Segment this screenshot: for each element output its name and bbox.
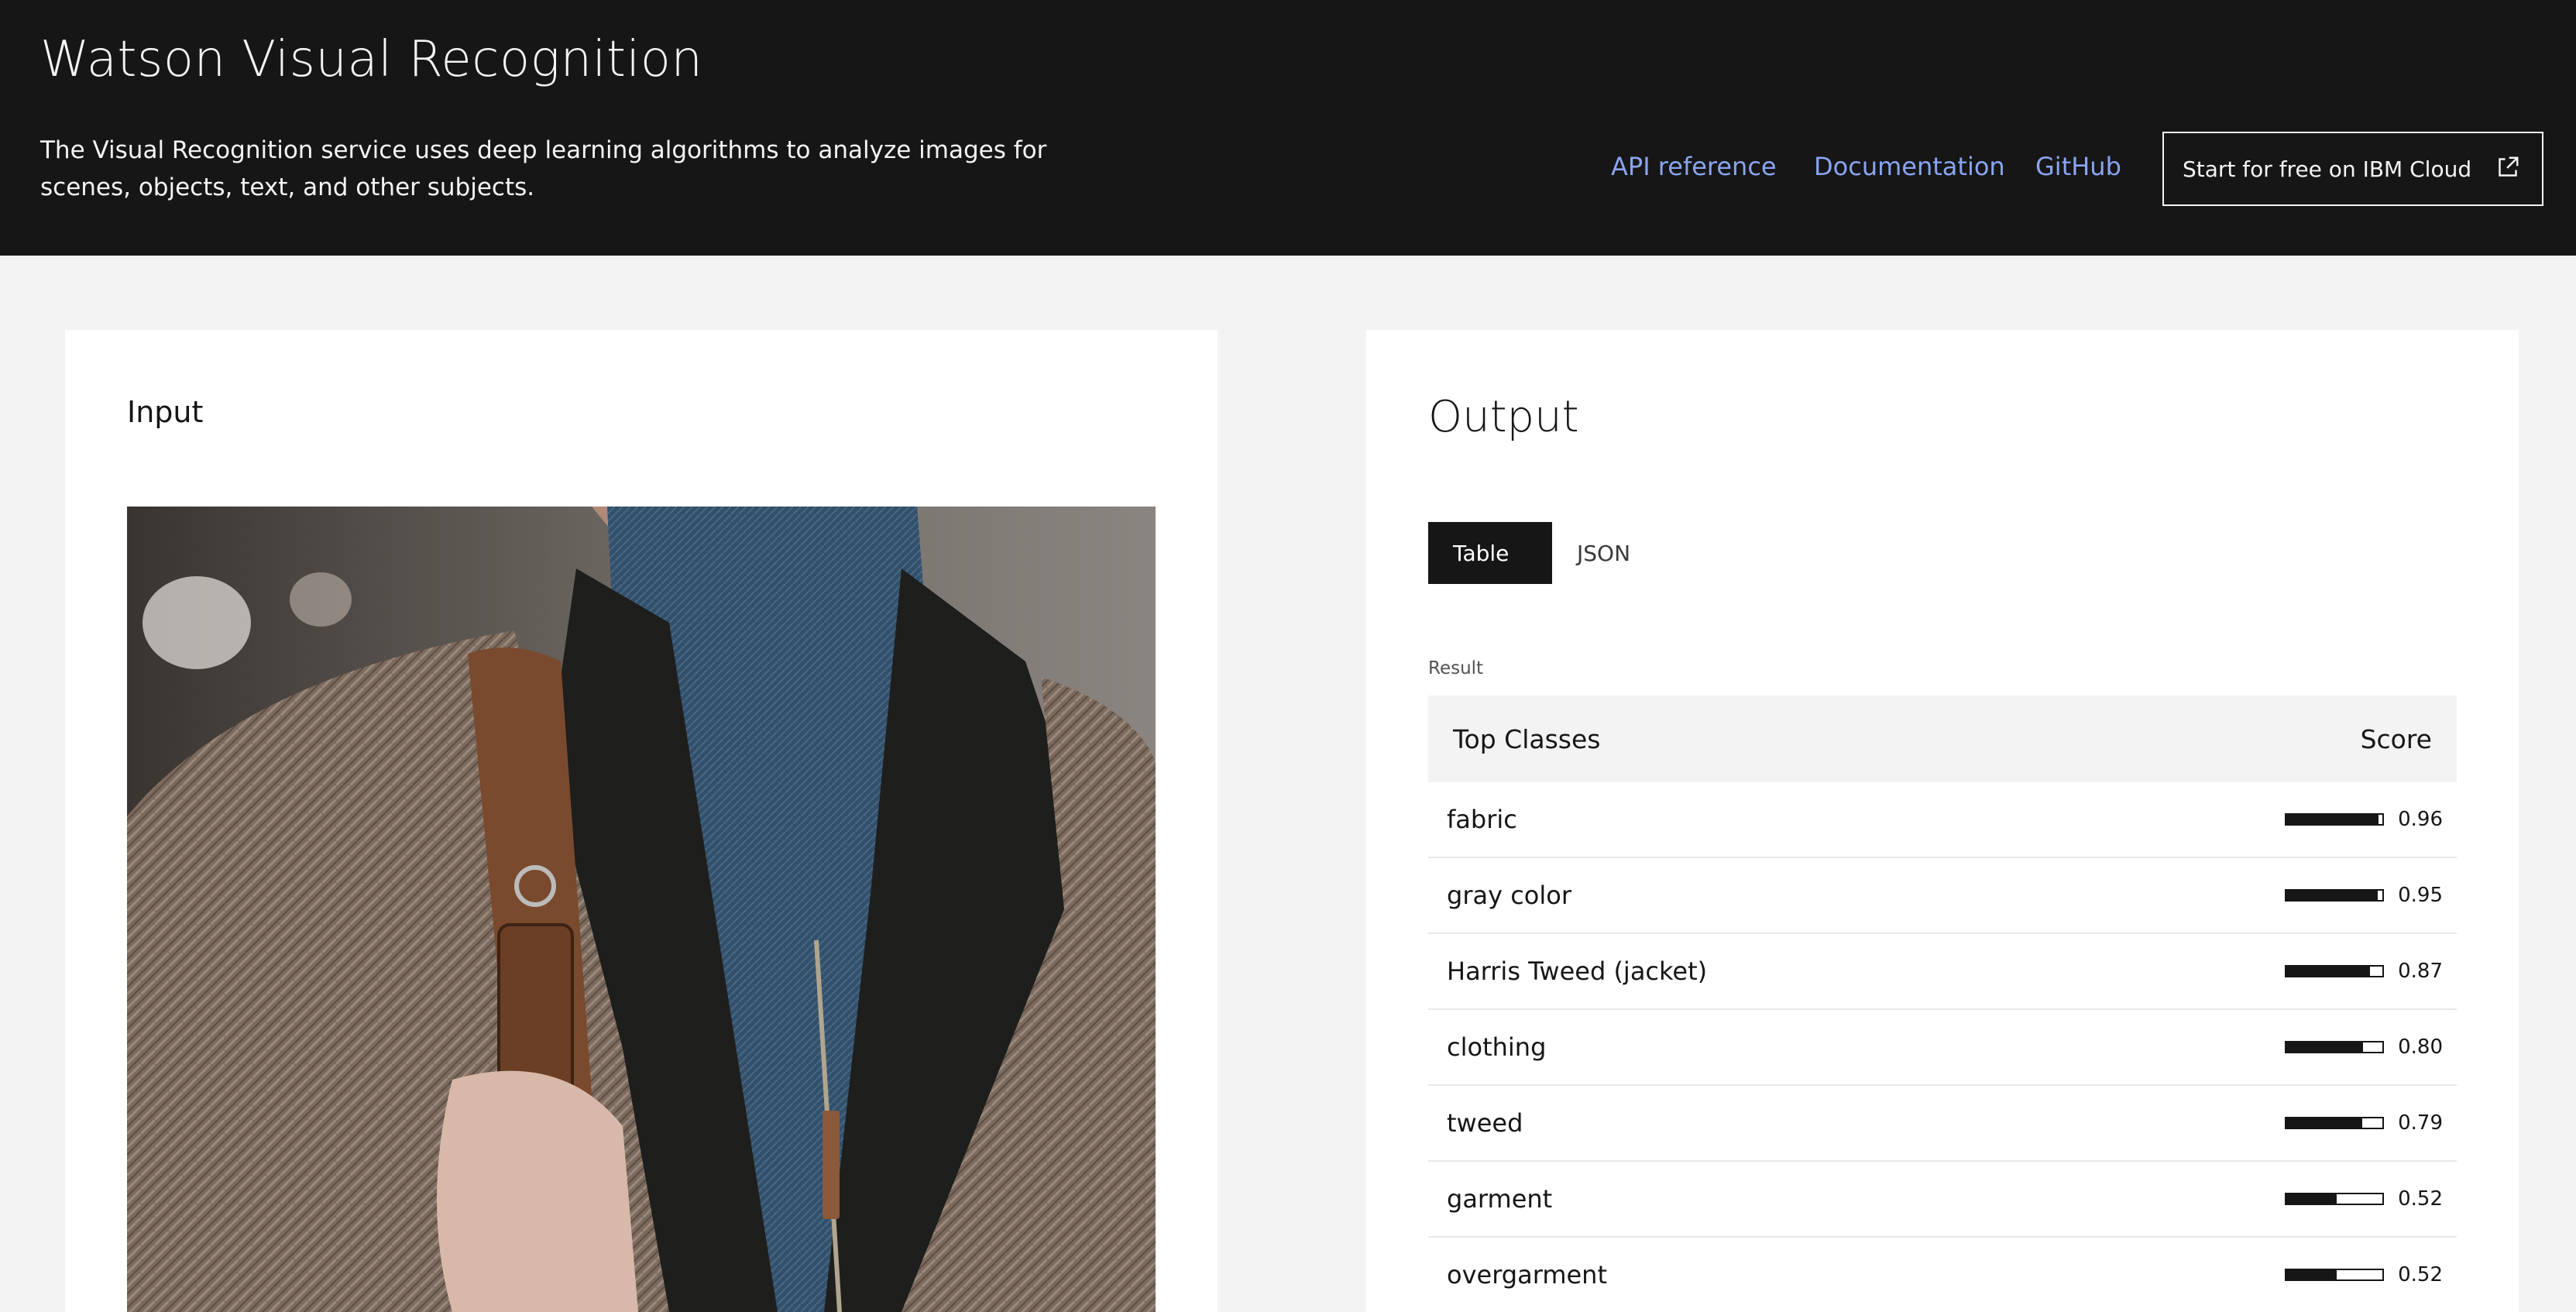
score-bar-fill — [2286, 1194, 2337, 1204]
page-title: Watson Visual Recognition — [40, 31, 703, 88]
output-panel: Output Table JSON Result Top Classes Sco… — [1366, 330, 2519, 1312]
class-label: Harris Tweed (jacket) — [1447, 957, 1708, 986]
score-bar — [2285, 1041, 2385, 1053]
class-label: overgarment — [1447, 1260, 1607, 1290]
score-cell: 0.52 — [2285, 1263, 2443, 1286]
input-panel: Input — [65, 330, 1218, 1312]
documentation-link[interactable]: Documentation — [1814, 152, 2005, 181]
score-value: 0.52 — [2398, 1187, 2443, 1211]
score-value: 0.87 — [2398, 960, 2443, 983]
github-link[interactable]: GitHub — [2035, 152, 2121, 181]
score-bar-fill — [2286, 815, 2379, 824]
service-description: The Visual Recognition service uses deep… — [40, 136, 1047, 201]
table-row: clothing 0.80 — [1428, 1010, 2457, 1086]
class-label: gray color — [1447, 881, 1571, 910]
score-value: 0.79 — [2398, 1111, 2443, 1135]
score-cell: 0.95 — [2285, 884, 2443, 907]
class-label: tweed — [1447, 1108, 1523, 1138]
table-row: Harris Tweed (jacket) 0.87 — [1428, 934, 2457, 1010]
external-link-icon — [2499, 156, 2519, 177]
score-bar-fill — [2286, 967, 2370, 976]
table-row: fabric 0.96 — [1428, 782, 2457, 858]
score-value: 0.52 — [2398, 1263, 2443, 1286]
score-bar-fill — [2286, 1042, 2364, 1052]
score-bar — [2285, 1193, 2385, 1205]
table-row: overgarment 0.52 — [1428, 1238, 2457, 1312]
results-table-header: Top Classes Score — [1428, 695, 2457, 782]
api-reference-link[interactable]: API reference — [1611, 152, 1777, 181]
class-label: fabric — [1447, 805, 1517, 834]
score-cell: 0.79 — [2285, 1111, 2443, 1135]
class-label: clothing — [1447, 1032, 1547, 1062]
score-bar-fill — [2286, 1270, 2337, 1279]
input-image — [127, 507, 1156, 1312]
start-free-button[interactable]: Start for free on IBM Cloud — [2162, 132, 2543, 206]
output-heading: Output — [1428, 392, 1579, 442]
score-cell: 0.87 — [2285, 960, 2443, 983]
tab-json[interactable]: JSON — [1552, 522, 1653, 584]
score-value: 0.80 — [2398, 1036, 2443, 1059]
table-row: garment 0.52 — [1428, 1162, 2457, 1238]
table-row: gray color 0.95 — [1428, 858, 2457, 934]
score-cell: 0.96 — [2285, 808, 2443, 831]
score-cell: 0.80 — [2285, 1036, 2443, 1059]
score-cell: 0.52 — [2285, 1187, 2443, 1211]
score-bar — [2285, 1269, 2385, 1281]
column-score: Score — [2360, 723, 2432, 754]
input-heading: Input — [127, 395, 204, 429]
page-header: Watson Visual Recognition The Visual Rec… — [0, 0, 2576, 256]
score-value: 0.96 — [2398, 808, 2443, 831]
column-top-classes: Top Classes — [1453, 723, 1601, 754]
start-free-label: Start for free on IBM Cloud — [2183, 156, 2472, 182]
table-row: tweed 0.79 — [1428, 1086, 2457, 1162]
score-bar-fill — [2286, 891, 2378, 900]
result-caption: Result — [1428, 658, 1484, 678]
score-bar — [2285, 1117, 2385, 1129]
class-label: garment — [1447, 1184, 1553, 1214]
score-value: 0.95 — [2398, 884, 2443, 907]
score-bar — [2285, 965, 2385, 977]
score-bar-fill — [2286, 1118, 2363, 1128]
score-bar — [2285, 889, 2385, 902]
tab-table[interactable]: Table — [1428, 522, 1552, 584]
input-photo — [127, 507, 1156, 1312]
score-bar — [2285, 813, 2385, 826]
